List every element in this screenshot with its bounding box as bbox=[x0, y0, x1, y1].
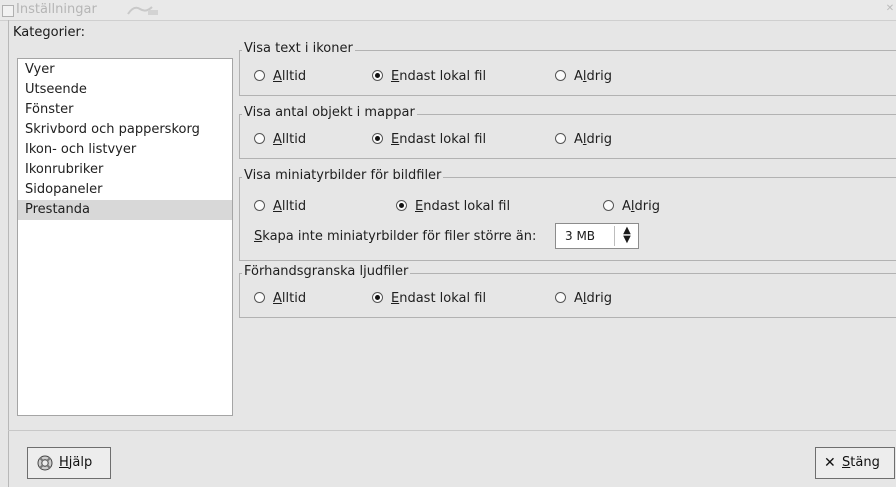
close-button-label: Stäng bbox=[842, 455, 880, 470]
radio-indicator bbox=[555, 70, 566, 81]
radio-thumb-never[interactable]: Aldrig bbox=[603, 199, 660, 215]
radio-indicator bbox=[555, 133, 566, 144]
close-button[interactable]: ✕ Stäng bbox=[815, 447, 895, 479]
radio-audio-never[interactable]: Aldrig bbox=[555, 291, 612, 307]
category-item-ikon-listvyer[interactable]: Ikon- och listvyer bbox=[18, 140, 232, 160]
section-title: Visa antal objekt i mappar bbox=[242, 105, 417, 121]
radio-text-always[interactable]: Alltid bbox=[254, 69, 306, 85]
title-decoration-icon bbox=[127, 6, 158, 15]
close-icon[interactable]: ✕ bbox=[884, 2, 896, 16]
window-titlebar[interactable]: Inställningar ✕ bbox=[0, 0, 896, 21]
category-item-fonster[interactable]: Fönster bbox=[18, 100, 232, 120]
category-item-utseende[interactable]: Utseende bbox=[18, 80, 232, 100]
radio-indicator bbox=[555, 292, 566, 303]
category-item-ikonrubriker[interactable]: Ikonrubriker bbox=[18, 160, 232, 180]
section-title: Visa miniatyrbilder för bildfiler bbox=[242, 168, 444, 184]
radio-audio-always[interactable]: Alltid bbox=[254, 291, 306, 307]
category-item-skrivbord[interactable]: Skrivbord och papperskorg bbox=[18, 120, 232, 140]
radio-indicator bbox=[372, 70, 383, 81]
radio-count-local-only[interactable]: Endast lokal fil bbox=[372, 132, 486, 148]
radio-count-always[interactable]: Alltid bbox=[254, 132, 306, 148]
category-item-vyer[interactable]: Vyer bbox=[18, 60, 232, 80]
radio-text-local-only[interactable]: Endast lokal fil bbox=[372, 69, 486, 85]
categories-label: Kategorier: bbox=[13, 25, 86, 40]
radio-indicator bbox=[254, 133, 265, 144]
radio-indicator bbox=[372, 292, 383, 303]
category-item-sidopaneler[interactable]: Sidopaneler bbox=[18, 180, 232, 200]
radio-audio-local-only[interactable]: Endast lokal fil bbox=[372, 291, 486, 307]
dialog-separator bbox=[8, 430, 896, 431]
help-lifebuoy-icon bbox=[37, 455, 53, 471]
thumbnail-size-value: 3 MB bbox=[565, 229, 596, 243]
help-button-label: Hjälp bbox=[59, 455, 93, 470]
radio-indicator bbox=[603, 200, 614, 211]
categories-list[interactable]: Vyer Utseende Fönster Skrivbord och papp… bbox=[17, 58, 233, 416]
spin-arrows-icon[interactable]: ▲ ▼ bbox=[622, 226, 632, 245]
radio-text-never[interactable]: Aldrig bbox=[555, 69, 612, 85]
help-button[interactable]: Hjälp bbox=[27, 447, 111, 479]
section-title: Förhandsgranska ljudfiler bbox=[242, 264, 411, 280]
thumbnail-size-spinbox[interactable]: 3 MB ▲ ▼ bbox=[555, 223, 639, 249]
category-item-prestanda[interactable]: Prestanda bbox=[18, 200, 232, 220]
radio-thumb-always[interactable]: Alltid bbox=[254, 199, 306, 215]
close-x-icon: ✕ bbox=[824, 455, 836, 471]
radio-indicator bbox=[254, 200, 265, 211]
radio-indicator bbox=[372, 133, 383, 144]
radio-indicator bbox=[254, 292, 265, 303]
thumbnail-size-label: Skapa inte miniatyrbilder för filer stör… bbox=[254, 229, 537, 244]
radio-indicator bbox=[396, 200, 407, 211]
window-menu-icon[interactable] bbox=[2, 5, 14, 17]
radio-count-never[interactable]: Aldrig bbox=[555, 132, 612, 148]
section-title: Visa text i ikoner bbox=[242, 41, 355, 57]
spin-divider bbox=[614, 226, 615, 246]
radio-thumb-local-only[interactable]: Endast lokal fil bbox=[396, 199, 510, 215]
window-title: Inställningar bbox=[16, 2, 97, 17]
radio-indicator bbox=[254, 70, 265, 81]
